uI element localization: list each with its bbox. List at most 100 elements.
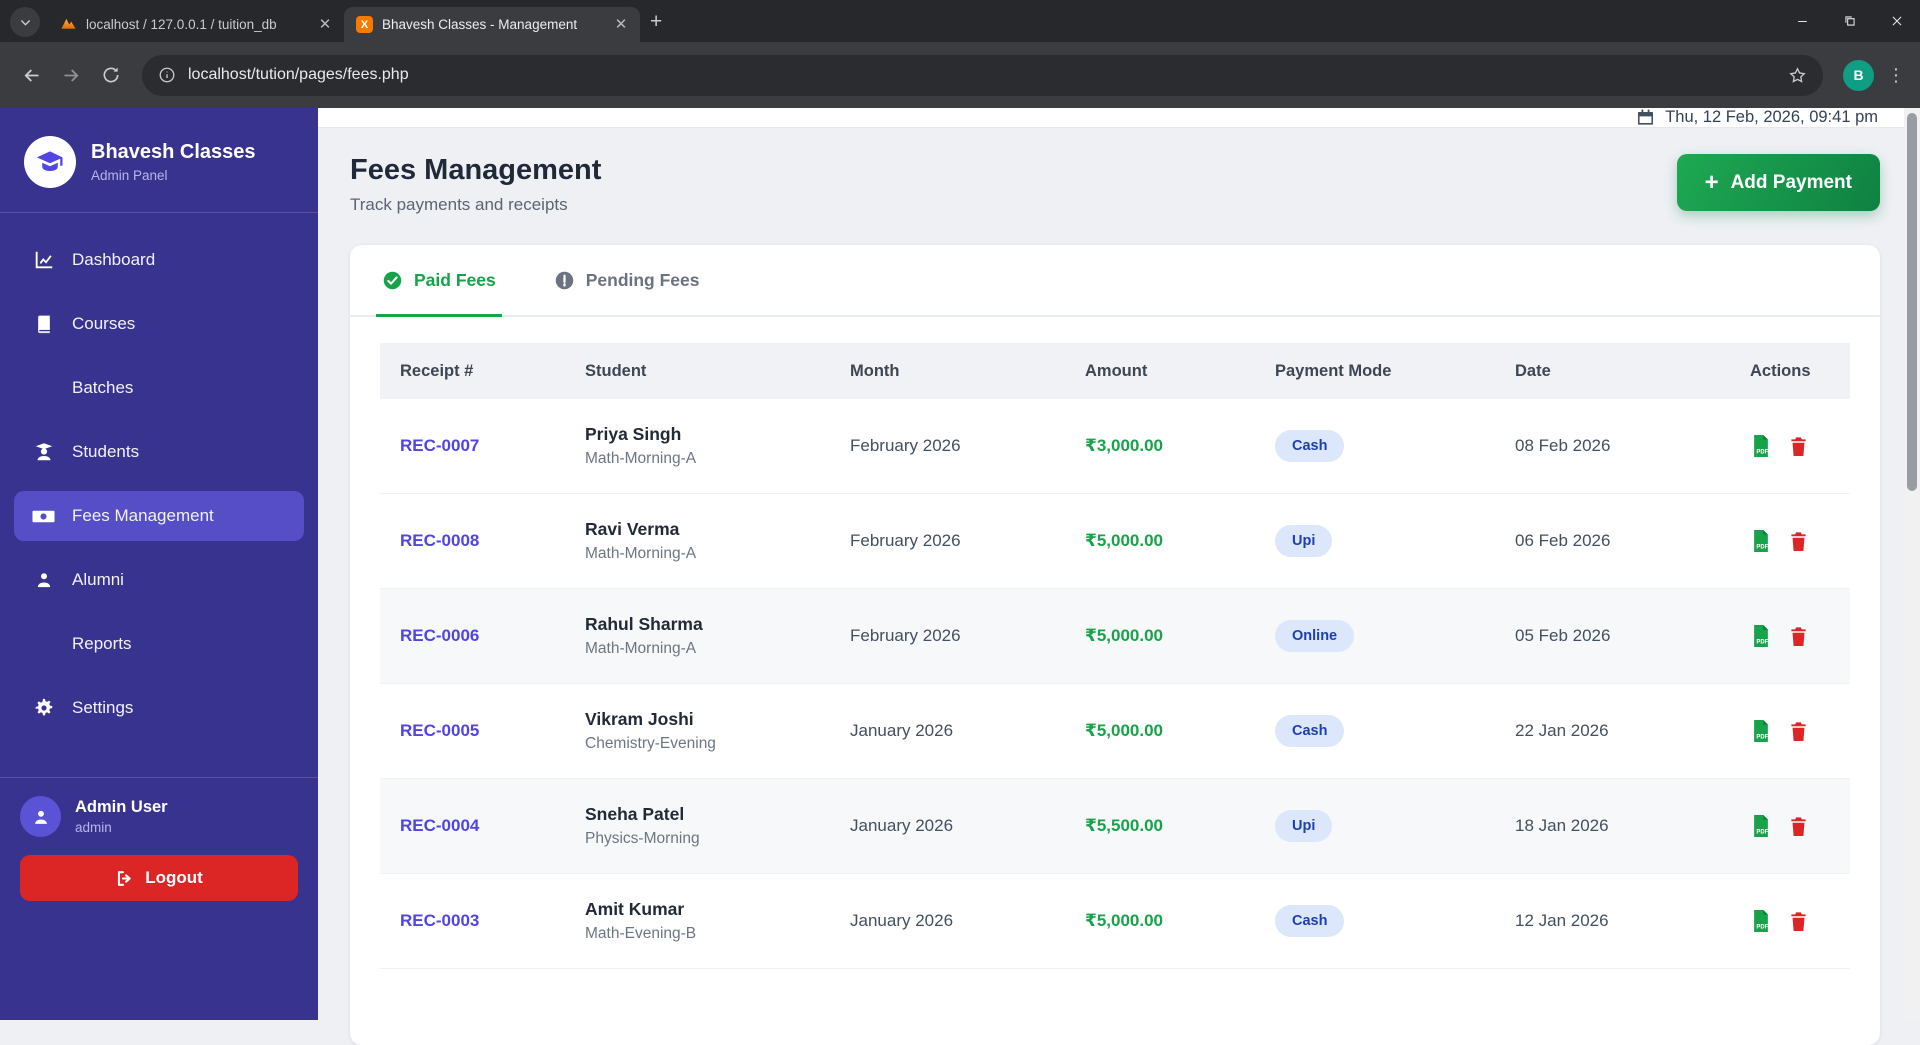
phpmyadmin-icon [60,16,77,33]
svg-text:PDF: PDF [1756,924,1768,930]
table-row: REC-0007 Priya Singh Math-Morning-A Febr… [380,399,1850,494]
close-icon[interactable]: ✕ [316,16,334,34]
receipt-link[interactable]: REC-0007 [380,436,565,456]
tab-search-button[interactable] [10,7,40,37]
sidebar-footer: Admin User admin Logout [0,777,318,901]
student-name: Sneha Patel [585,804,685,824]
receipt-link[interactable]: REC-0008 [380,531,565,551]
sidebar-item-reports[interactable]: Reports [14,619,304,669]
page-header: Fees Management Track payments and recei… [350,154,1880,215]
pdf-receipt-icon[interactable]: PDF [1750,909,1772,933]
student-batch: Math-Morning-A [585,640,697,657]
delete-trash-icon[interactable] [1789,531,1808,552]
user-role: admin [75,820,112,835]
tab-title: Bhavesh Classes - Management [382,17,578,32]
delete-trash-icon[interactable] [1789,436,1808,457]
receipt-link[interactable]: REC-0004 [380,816,565,836]
payment-date: 18 Jan 2026 [1515,816,1609,835]
bookmark-star-icon[interactable] [1788,66,1807,85]
pdf-receipt-icon[interactable]: PDF [1750,624,1772,648]
url-bar[interactable]: localhost/tution/pages/fees.php [142,54,1823,96]
logout-button[interactable]: Logout [20,855,298,901]
svg-text:PDF: PDF [1756,639,1768,645]
sidebar-item-settings[interactable]: Settings [14,683,304,733]
sidebar-item-batches[interactable]: Batches [14,363,304,413]
brand: Bhavesh Classes Admin Panel [0,108,318,212]
user-icon [34,810,47,824]
delete-trash-icon[interactable] [1789,721,1808,742]
sign-out-icon [115,869,134,888]
receipt-link[interactable]: REC-0006 [380,626,565,646]
fee-month: January 2026 [850,911,954,930]
col-receipt: Receipt # [400,361,474,380]
xampp-icon: X [356,16,373,33]
payment-date: 06 Feb 2026 [1515,531,1611,550]
payment-date: 12 Jan 2026 [1515,911,1609,930]
pdf-receipt-icon[interactable]: PDF [1750,814,1772,838]
sidebar: Bhavesh Classes Admin Panel Dashboard Co… [0,108,318,1020]
row-actions: PDF [1730,434,1850,458]
student-batch: Chemistry-Evening [585,735,716,752]
receipt-link[interactable]: REC-0005 [380,721,565,741]
pdf-receipt-icon[interactable]: PDF [1750,529,1772,553]
student-name: Rahul Sharma [585,614,703,634]
browser-menu-icon[interactable]: ⋮ [1886,65,1906,86]
delete-trash-icon[interactable] [1789,626,1808,647]
col-actions: Actions [1750,361,1811,380]
payment-mode-badge: Online [1275,620,1355,652]
payment-mode-badge: Cash [1275,430,1345,462]
logout-label: Logout [145,868,203,887]
receipt-link[interactable]: REC-0003 [380,911,565,931]
sidebar-item-dashboard[interactable]: Dashboard [14,235,304,285]
tab-title: localhost / 127.0.0.1 / tuition_db [86,17,277,32]
browser-tab-phpmyadmin[interactable]: localhost / 127.0.0.1 / tuition_db ✕ [48,7,344,42]
tab-label: Paid Fees [414,269,496,290]
page-scrollbar[interactable] [1904,108,1920,1020]
window-controls [1779,0,1920,42]
user-avatar [20,796,61,837]
graduation-cap-icon [36,151,63,171]
blank-icon [32,377,55,400]
sidebar-item-courses[interactable]: Courses [14,299,304,349]
sidebar-item-label: Reports [72,634,132,653]
svg-text:PDF: PDF [1756,734,1768,740]
sidebar-item-fees-management[interactable]: Fees Management [14,491,304,541]
close-icon[interactable]: ✕ [612,16,630,34]
col-month: Month [850,361,900,380]
gear-icon [32,697,55,720]
forward-icon[interactable] [54,58,88,92]
payment-date: 05 Feb 2026 [1515,626,1611,645]
check-circle-icon [382,270,403,291]
delete-trash-icon[interactable] [1789,816,1808,837]
reload-icon[interactable] [94,58,128,92]
url-text[interactable]: localhost/tution/pages/fees.php [188,66,1776,84]
back-icon[interactable] [14,58,48,92]
chevron-down-icon [19,16,32,29]
new-tab-button[interactable]: + [650,10,662,34]
sidebar-item-students[interactable]: Students [14,427,304,477]
sidebar-nav: Dashboard Courses Batches Students Fees … [0,213,318,747]
brand-subtitle: Admin Panel [91,168,168,183]
site-info-icon[interactable] [158,66,176,84]
brand-title: Bhavesh Classes [91,141,256,163]
col-date: Date [1515,361,1551,380]
student-name: Ravi Verma [585,519,680,539]
tab-pending-fees[interactable]: Pending Fees [554,245,700,315]
close-window-button[interactable] [1873,0,1920,42]
pdf-receipt-icon[interactable]: PDF [1750,719,1772,743]
browser-toolbar: localhost/tution/pages/fees.php B ⋮ [0,42,1920,108]
restore-button[interactable] [1826,0,1873,42]
sidebar-item-label: Students [72,442,140,461]
browser-tab-bhavesh[interactable]: X Bhavesh Classes - Management ✕ [344,7,640,42]
student-name: Amit Kumar [585,899,685,919]
browser-profile-avatar[interactable]: B [1843,59,1874,91]
row-actions: PDF [1730,719,1850,743]
tab-paid-fees[interactable]: Paid Fees [376,245,502,317]
delete-trash-icon[interactable] [1789,911,1808,932]
minimize-button[interactable] [1779,0,1826,42]
scrollbar-thumb[interactable] [1907,113,1917,491]
pdf-receipt-icon[interactable]: PDF [1750,434,1772,458]
fees-table: Receipt # Student Month Amount Payment M… [380,343,1850,969]
add-payment-button[interactable]: + Add Payment [1676,154,1880,211]
sidebar-item-alumni[interactable]: Alumni [14,555,304,605]
